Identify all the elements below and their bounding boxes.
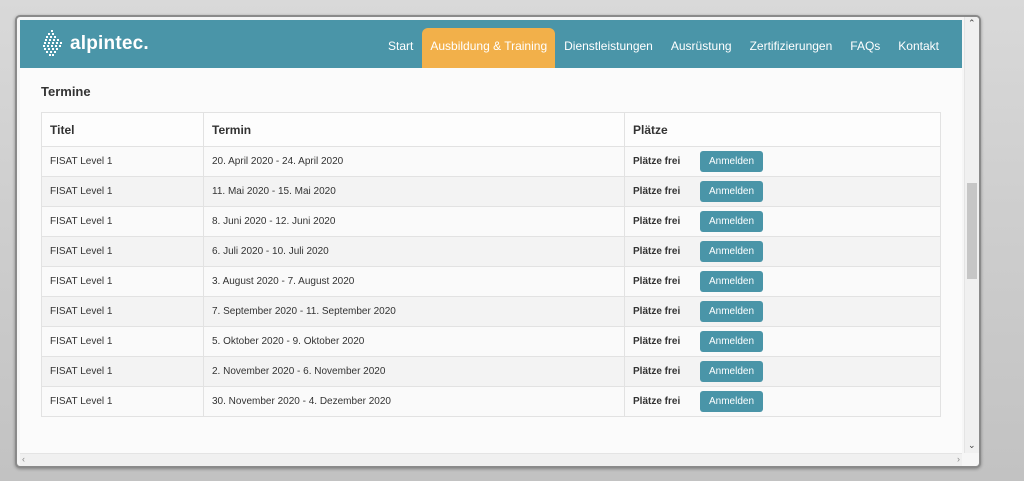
availability-label: Plätze frei [633,336,681,347]
browser-window: alpintec. Start Ausbildung & Training Di… [15,15,981,468]
vertical-scrollbar[interactable]: ⌃ ⌄ [964,17,979,453]
nav-item-zertifizierungen[interactable]: Zertifizierungen [741,20,842,68]
cell-titel: FISAT Level 1 [41,386,204,417]
table-row: FISAT Level 1 5. Oktober 2020 - 9. Oktob… [41,326,941,357]
cell-termin: 5. Oktober 2020 - 9. Oktober 2020 [203,326,625,357]
availability-label: Plätze frei [633,306,681,317]
cell-plaetze: Plätze frei Anmelden [624,146,941,177]
nav-item-ausbildung-training[interactable]: Ausbildung & Training [422,28,556,68]
table-row: FISAT Level 1 11. Mai 2020 - 15. Mai 202… [41,176,941,207]
cell-titel: FISAT Level 1 [41,326,204,357]
anmelden-button[interactable]: Anmelden [700,151,763,172]
nav-item-start[interactable]: Start [379,20,422,68]
chevron-right-icon[interactable]: › [957,454,960,464]
table-row: FISAT Level 1 7. September 2020 - 11. Se… [41,296,941,327]
anmelden-button[interactable]: Anmelden [700,181,763,202]
brand-name: alpintec. [70,33,149,54]
scrollbar-thumb[interactable] [967,183,977,279]
section-title: Termine [41,84,91,99]
termine-table: Titel Termin Plätze FISAT Level 1 20. Ap… [41,112,941,417]
table-row: FISAT Level 1 8. Juni 2020 - 12. Juni 20… [41,206,941,237]
nav-item-kontakt[interactable]: Kontakt [889,20,948,68]
availability-label: Plätze frei [633,246,681,257]
availability-label: Plätze frei [633,156,681,167]
cell-termin: 20. April 2020 - 24. April 2020 [203,146,625,177]
table-row: FISAT Level 1 3. August 2020 - 7. August… [41,266,941,297]
nav-item-ausruestung[interactable]: Ausrüstung [662,20,741,68]
availability-label: Plätze frei [633,396,681,407]
cell-plaetze: Plätze frei Anmelden [624,206,941,237]
cell-titel: FISAT Level 1 [41,356,204,387]
anmelden-button[interactable]: Anmelden [700,241,763,262]
cell-termin: 30. November 2020 - 4. Dezember 2020 [203,386,625,417]
cell-plaetze: Plätze frei Anmelden [624,176,941,207]
table-row: FISAT Level 1 6. Juli 2020 - 10. Juli 20… [41,236,941,267]
table-header-row: Titel Termin Plätze [41,112,941,147]
cell-plaetze: Plätze frei Anmelden [624,356,941,387]
table-row: FISAT Level 1 20. April 2020 - 24. April… [41,146,941,177]
table-row: FISAT Level 1 2. November 2020 - 6. Nove… [41,356,941,387]
availability-label: Plätze frei [633,216,681,227]
chevron-left-icon[interactable]: ‹ [22,454,25,464]
anmelden-button[interactable]: Anmelden [700,361,763,382]
chevron-up-icon[interactable]: ⌃ [968,18,976,29]
availability-label: Plätze frei [633,366,681,377]
cell-titel: FISAT Level 1 [41,146,204,177]
nav-item-faqs[interactable]: FAQs [841,20,889,68]
alpintec-logo-icon [43,30,62,56]
anmelden-button[interactable]: Anmelden [700,301,763,322]
table-row: FISAT Level 1 30. November 2020 - 4. Dez… [41,386,941,417]
cell-titel: FISAT Level 1 [41,266,204,297]
logo[interactable]: alpintec. [42,28,149,60]
cell-titel: FISAT Level 1 [41,296,204,327]
cell-plaetze: Plätze frei Anmelden [624,326,941,357]
availability-label: Plätze frei [633,276,681,287]
cell-plaetze: Plätze frei Anmelden [624,386,941,417]
cell-plaetze: Plätze frei Anmelden [624,296,941,327]
cell-titel: FISAT Level 1 [41,176,204,207]
column-header-plaetze: Plätze [624,112,941,147]
cell-termin: 11. Mai 2020 - 15. Mai 2020 [203,176,625,207]
cell-termin: 8. Juni 2020 - 12. Juni 2020 [203,206,625,237]
availability-label: Plätze frei [633,186,681,197]
cell-termin: 3. August 2020 - 7. August 2020 [203,266,625,297]
column-header-titel: Titel [41,112,204,147]
column-header-termin: Termin [203,112,625,147]
cell-plaetze: Plätze frei Anmelden [624,236,941,267]
cell-termin: 6. Juli 2020 - 10. Juli 2020 [203,236,625,267]
main-content: Termine Titel Termin Plätze FISAT Level … [20,68,962,453]
anmelden-button[interactable]: Anmelden [700,271,763,292]
nav-item-dienstleistungen[interactable]: Dienstleistungen [555,20,662,68]
anmelden-button[interactable]: Anmelden [700,211,763,232]
navbar: alpintec. Start Ausbildung & Training Di… [20,20,962,68]
cell-termin: 7. September 2020 - 11. September 2020 [203,296,625,327]
chevron-down-icon[interactable]: ⌄ [968,440,976,451]
horizontal-scrollbar[interactable]: ‹ › [20,453,962,466]
anmelden-button[interactable]: Anmelden [700,391,763,412]
cell-titel: FISAT Level 1 [41,206,204,237]
main-nav: Start Ausbildung & Training Dienstleistu… [379,20,948,68]
cell-termin: 2. November 2020 - 6. November 2020 [203,356,625,387]
cell-titel: FISAT Level 1 [41,236,204,267]
anmelden-button[interactable]: Anmelden [700,331,763,352]
cell-plaetze: Plätze frei Anmelden [624,266,941,297]
